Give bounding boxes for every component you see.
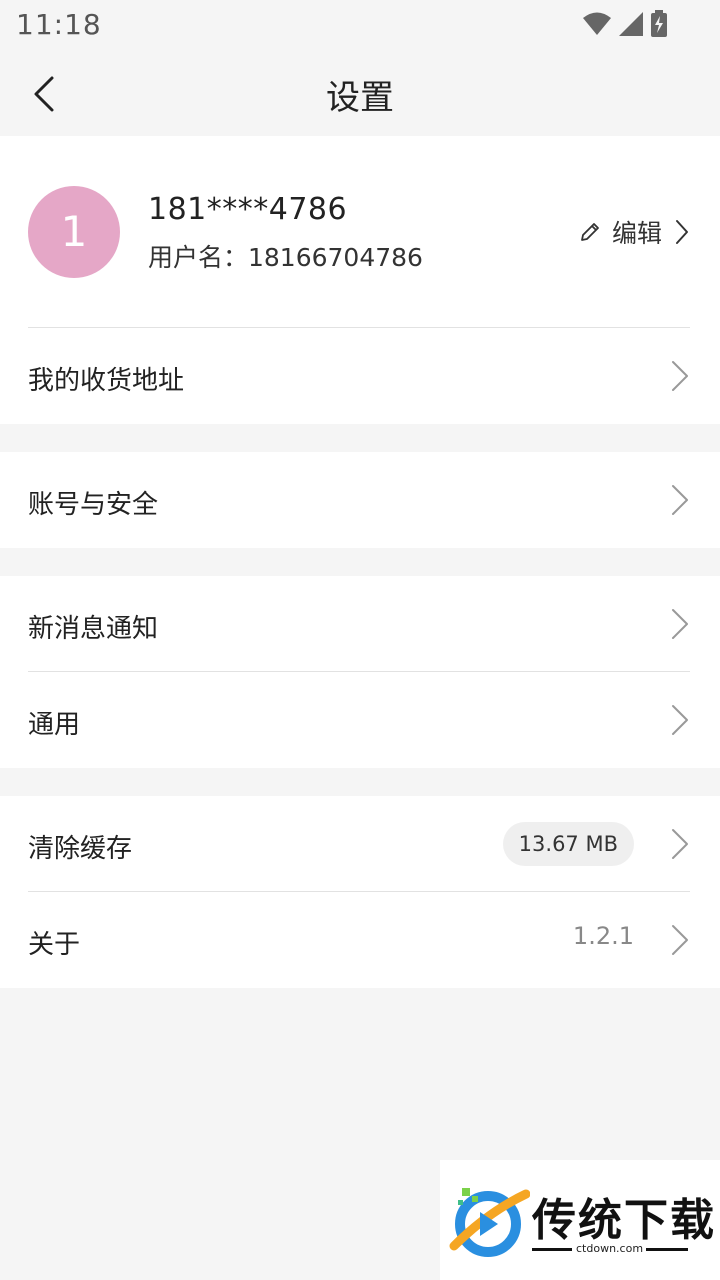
row-label: 账号与安全	[28, 490, 159, 520]
navigation-bar: 设置	[0, 50, 720, 136]
pencil-icon	[581, 223, 599, 241]
chevron-right-icon	[676, 220, 688, 244]
wifi-icon	[583, 12, 611, 35]
profile-username: 用户名：18166704786	[148, 243, 423, 272]
row-label: 通用	[28, 710, 81, 740]
row-shipping-address[interactable]: 我的收货地址	[0, 328, 720, 424]
account-section: 账号与安全	[0, 452, 720, 548]
cache-size-badge: 13.67 MB	[502, 822, 634, 866]
signal-icon	[619, 12, 643, 36]
row-account-security[interactable]: 账号与安全	[0, 452, 720, 548]
page-title: 设置	[326, 78, 394, 118]
edit-label: 编辑	[611, 219, 662, 248]
preferences-section: 新消息通知 通用	[0, 576, 720, 768]
row-clear-cache[interactable]: 清除缓存 13.67 MB	[0, 796, 720, 892]
version-text: 1.2.1	[572, 922, 634, 950]
row-label: 清除缓存	[28, 834, 133, 864]
edit-profile-button[interactable]: 编辑	[578, 212, 690, 252]
row-label: 关于	[28, 930, 81, 960]
watermark-url: ctdown.com	[576, 1242, 644, 1255]
chevron-right-icon	[672, 829, 688, 859]
row-notifications[interactable]: 新消息通知	[0, 576, 720, 672]
chevron-right-icon	[672, 609, 688, 639]
row-general[interactable]: 通用	[0, 672, 720, 768]
status-bar: 11:18	[0, 0, 720, 50]
watermark-line	[646, 1248, 688, 1251]
status-time: 11:18	[16, 8, 102, 41]
row-label: 我的收货地址	[28, 366, 185, 396]
status-icons	[582, 10, 668, 38]
row-label: 新消息通知	[28, 614, 159, 644]
watermark: 传统下载 ctdown.com	[440, 1160, 720, 1280]
chevron-right-icon	[672, 925, 688, 955]
watermark-line	[532, 1248, 572, 1251]
misc-section: 清除缓存 13.67 MB 关于 1.2.1	[0, 796, 720, 988]
watermark-name: 传统下载	[532, 1195, 716, 1246]
profile-phone: 181****4786	[148, 192, 348, 227]
profile-section: 1 181****4786 用户名：18166704786 编辑 我的收货地址	[0, 136, 720, 424]
chevron-right-icon	[672, 705, 688, 735]
chevron-right-icon	[672, 485, 688, 515]
battery-icon	[651, 10, 667, 37]
chevron-right-icon	[672, 361, 688, 391]
row-about[interactable]: 关于 1.2.1	[0, 892, 720, 988]
watermark-logo-icon	[449, 1188, 530, 1257]
avatar[interactable]: 1	[28, 186, 120, 278]
